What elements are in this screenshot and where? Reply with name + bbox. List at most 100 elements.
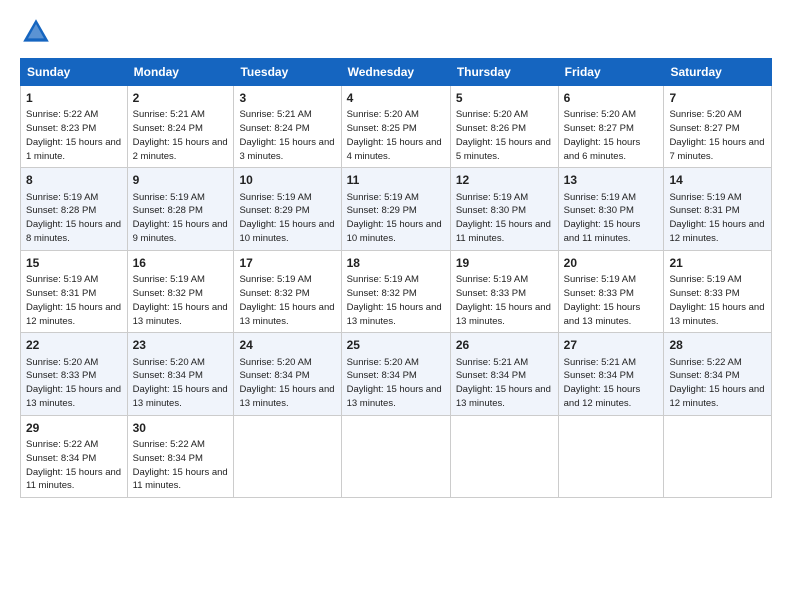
calendar-header-row: SundayMondayTuesdayWednesdayThursdayFrid… xyxy=(21,59,772,86)
calendar-cell: 2 Sunrise: 5:21 AMSunset: 8:24 PMDayligh… xyxy=(127,86,234,168)
day-info: Sunrise: 5:22 AMSunset: 8:34 PMDaylight:… xyxy=(669,357,764,409)
day-number: 29 xyxy=(26,420,122,436)
day-number: 11 xyxy=(347,172,445,188)
day-number: 20 xyxy=(564,255,659,271)
calendar-cell: 8 Sunrise: 5:19 AMSunset: 8:28 PMDayligh… xyxy=(21,168,128,250)
calendar-cell: 28 Sunrise: 5:22 AMSunset: 8:34 PMDaylig… xyxy=(664,333,772,415)
day-info: Sunrise: 5:22 AMSunset: 8:23 PMDaylight:… xyxy=(26,109,121,161)
day-number: 21 xyxy=(669,255,766,271)
day-info: Sunrise: 5:20 AMSunset: 8:27 PMDaylight:… xyxy=(564,109,641,161)
day-info: Sunrise: 5:21 AMSunset: 8:24 PMDaylight:… xyxy=(239,109,334,161)
calendar-cell: 9 Sunrise: 5:19 AMSunset: 8:28 PMDayligh… xyxy=(127,168,234,250)
day-info: Sunrise: 5:19 AMSunset: 8:32 PMDaylight:… xyxy=(347,274,442,326)
day-number: 15 xyxy=(26,255,122,271)
calendar-cell: 26 Sunrise: 5:21 AMSunset: 8:34 PMDaylig… xyxy=(450,333,558,415)
calendar-cell: 22 Sunrise: 5:20 AMSunset: 8:33 PMDaylig… xyxy=(21,333,128,415)
calendar-cell: 13 Sunrise: 5:19 AMSunset: 8:30 PMDaylig… xyxy=(558,168,664,250)
logo xyxy=(20,16,56,48)
calendar-header-friday: Friday xyxy=(558,59,664,86)
day-number: 12 xyxy=(456,172,553,188)
day-info: Sunrise: 5:19 AMSunset: 8:32 PMDaylight:… xyxy=(133,274,228,326)
day-number: 26 xyxy=(456,337,553,353)
calendar-cell: 18 Sunrise: 5:19 AMSunset: 8:32 PMDaylig… xyxy=(341,250,450,332)
header xyxy=(20,16,772,48)
day-info: Sunrise: 5:19 AMSunset: 8:29 PMDaylight:… xyxy=(239,192,334,244)
day-number: 18 xyxy=(347,255,445,271)
calendar-cell: 12 Sunrise: 5:19 AMSunset: 8:30 PMDaylig… xyxy=(450,168,558,250)
logo-icon xyxy=(20,16,52,48)
day-info: Sunrise: 5:20 AMSunset: 8:33 PMDaylight:… xyxy=(26,357,121,409)
calendar-cell: 3 Sunrise: 5:21 AMSunset: 8:24 PMDayligh… xyxy=(234,86,341,168)
calendar-cell xyxy=(341,415,450,497)
day-info: Sunrise: 5:22 AMSunset: 8:34 PMDaylight:… xyxy=(26,439,121,491)
day-info: Sunrise: 5:19 AMSunset: 8:28 PMDaylight:… xyxy=(26,192,121,244)
day-number: 13 xyxy=(564,172,659,188)
day-number: 7 xyxy=(669,90,766,106)
day-info: Sunrise: 5:19 AMSunset: 8:33 PMDaylight:… xyxy=(669,274,764,326)
day-info: Sunrise: 5:21 AMSunset: 8:34 PMDaylight:… xyxy=(456,357,551,409)
day-info: Sunrise: 5:19 AMSunset: 8:30 PMDaylight:… xyxy=(564,192,641,244)
calendar-cell xyxy=(558,415,664,497)
day-info: Sunrise: 5:20 AMSunset: 8:26 PMDaylight:… xyxy=(456,109,551,161)
day-number: 17 xyxy=(239,255,335,271)
day-number: 28 xyxy=(669,337,766,353)
calendar-cell: 15 Sunrise: 5:19 AMSunset: 8:31 PMDaylig… xyxy=(21,250,128,332)
day-info: Sunrise: 5:22 AMSunset: 8:34 PMDaylight:… xyxy=(133,439,228,491)
calendar-cell xyxy=(450,415,558,497)
day-info: Sunrise: 5:19 AMSunset: 8:30 PMDaylight:… xyxy=(456,192,551,244)
day-info: Sunrise: 5:19 AMSunset: 8:29 PMDaylight:… xyxy=(347,192,442,244)
calendar-cell: 25 Sunrise: 5:20 AMSunset: 8:34 PMDaylig… xyxy=(341,333,450,415)
calendar-cell: 20 Sunrise: 5:19 AMSunset: 8:33 PMDaylig… xyxy=(558,250,664,332)
calendar-cell: 16 Sunrise: 5:19 AMSunset: 8:32 PMDaylig… xyxy=(127,250,234,332)
day-number: 16 xyxy=(133,255,229,271)
calendar-cell: 14 Sunrise: 5:19 AMSunset: 8:31 PMDaylig… xyxy=(664,168,772,250)
day-number: 2 xyxy=(133,90,229,106)
day-number: 24 xyxy=(239,337,335,353)
day-number: 27 xyxy=(564,337,659,353)
calendar-header-monday: Monday xyxy=(127,59,234,86)
day-info: Sunrise: 5:19 AMSunset: 8:31 PMDaylight:… xyxy=(26,274,121,326)
calendar-cell: 5 Sunrise: 5:20 AMSunset: 8:26 PMDayligh… xyxy=(450,86,558,168)
calendar-cell: 24 Sunrise: 5:20 AMSunset: 8:34 PMDaylig… xyxy=(234,333,341,415)
calendar-cell: 6 Sunrise: 5:20 AMSunset: 8:27 PMDayligh… xyxy=(558,86,664,168)
calendar-cell: 19 Sunrise: 5:19 AMSunset: 8:33 PMDaylig… xyxy=(450,250,558,332)
calendar-cell: 1 Sunrise: 5:22 AMSunset: 8:23 PMDayligh… xyxy=(21,86,128,168)
calendar-week-5: 29 Sunrise: 5:22 AMSunset: 8:34 PMDaylig… xyxy=(21,415,772,497)
day-number: 14 xyxy=(669,172,766,188)
day-number: 10 xyxy=(239,172,335,188)
day-number: 9 xyxy=(133,172,229,188)
day-number: 1 xyxy=(26,90,122,106)
day-info: Sunrise: 5:20 AMSunset: 8:27 PMDaylight:… xyxy=(669,109,764,161)
day-number: 30 xyxy=(133,420,229,436)
calendar: SundayMondayTuesdayWednesdayThursdayFrid… xyxy=(20,58,772,498)
calendar-cell: 30 Sunrise: 5:22 AMSunset: 8:34 PMDaylig… xyxy=(127,415,234,497)
calendar-cell: 17 Sunrise: 5:19 AMSunset: 8:32 PMDaylig… xyxy=(234,250,341,332)
calendar-week-4: 22 Sunrise: 5:20 AMSunset: 8:33 PMDaylig… xyxy=(21,333,772,415)
calendar-week-3: 15 Sunrise: 5:19 AMSunset: 8:31 PMDaylig… xyxy=(21,250,772,332)
day-number: 3 xyxy=(239,90,335,106)
day-number: 6 xyxy=(564,90,659,106)
day-number: 19 xyxy=(456,255,553,271)
calendar-header-sunday: Sunday xyxy=(21,59,128,86)
calendar-cell: 7 Sunrise: 5:20 AMSunset: 8:27 PMDayligh… xyxy=(664,86,772,168)
day-number: 25 xyxy=(347,337,445,353)
calendar-cell: 11 Sunrise: 5:19 AMSunset: 8:29 PMDaylig… xyxy=(341,168,450,250)
calendar-cell xyxy=(664,415,772,497)
day-number: 8 xyxy=(26,172,122,188)
day-info: Sunrise: 5:21 AMSunset: 8:34 PMDaylight:… xyxy=(564,357,641,409)
day-info: Sunrise: 5:21 AMSunset: 8:24 PMDaylight:… xyxy=(133,109,228,161)
page: SundayMondayTuesdayWednesdayThursdayFrid… xyxy=(0,0,792,612)
calendar-cell: 23 Sunrise: 5:20 AMSunset: 8:34 PMDaylig… xyxy=(127,333,234,415)
day-info: Sunrise: 5:19 AMSunset: 8:33 PMDaylight:… xyxy=(456,274,551,326)
day-info: Sunrise: 5:19 AMSunset: 8:28 PMDaylight:… xyxy=(133,192,228,244)
day-number: 4 xyxy=(347,90,445,106)
day-number: 23 xyxy=(133,337,229,353)
day-info: Sunrise: 5:20 AMSunset: 8:25 PMDaylight:… xyxy=(347,109,442,161)
day-info: Sunrise: 5:20 AMSunset: 8:34 PMDaylight:… xyxy=(347,357,442,409)
day-number: 22 xyxy=(26,337,122,353)
day-info: Sunrise: 5:20 AMSunset: 8:34 PMDaylight:… xyxy=(239,357,334,409)
day-info: Sunrise: 5:19 AMSunset: 8:31 PMDaylight:… xyxy=(669,192,764,244)
calendar-week-1: 1 Sunrise: 5:22 AMSunset: 8:23 PMDayligh… xyxy=(21,86,772,168)
calendar-week-2: 8 Sunrise: 5:19 AMSunset: 8:28 PMDayligh… xyxy=(21,168,772,250)
calendar-cell: 4 Sunrise: 5:20 AMSunset: 8:25 PMDayligh… xyxy=(341,86,450,168)
